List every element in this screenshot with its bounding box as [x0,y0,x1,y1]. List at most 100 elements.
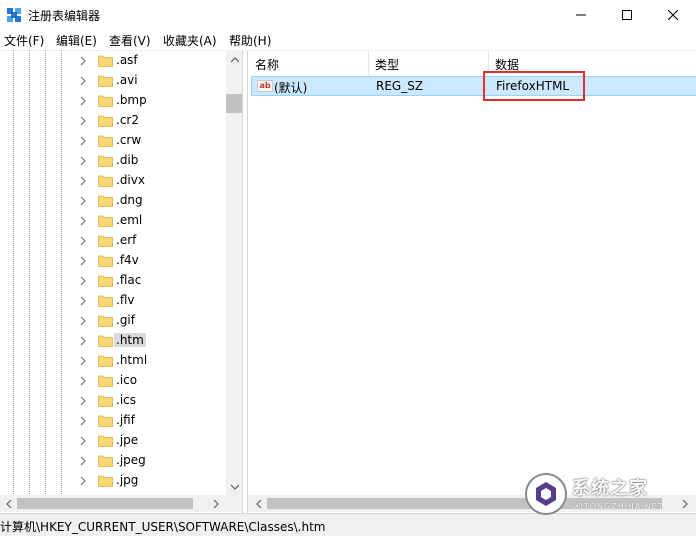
tree-item[interactable]: .crw [0,131,226,151]
chevron-right-icon[interactable] [78,96,88,106]
chevron-right-icon[interactable] [78,396,88,406]
tree-item[interactable]: .dng [0,191,226,211]
column-header-name[interactable]: 名称 [255,56,279,73]
tree-item[interactable]: .flac [0,271,226,291]
chevron-right-icon[interactable] [78,256,88,266]
chevron-right-icon[interactable] [78,236,88,246]
menu-favorites[interactable]: 收藏夹(A) [161,32,219,49]
chevron-right-icon[interactable] [78,216,88,226]
tree-item-label: .ico [116,373,138,387]
folder-icon [98,315,113,327]
menu-help[interactable]: 帮助(H) [227,32,273,49]
tree-item-label: .jfif [116,413,135,427]
tree-item[interactable]: .eml [0,211,226,231]
tree-item-label: .htm [114,333,146,347]
tree-item[interactable]: .flv [0,291,226,311]
scroll-left-button[interactable] [0,495,17,512]
scroll-left-button[interactable] [250,495,267,512]
tree-item[interactable]: .ics [0,391,226,411]
chevron-right-icon[interactable] [78,156,88,166]
minimize-button[interactable] [558,0,604,30]
value-list-pane[interactable]: 名称 类型 数据 ab (默认) REG_SZ FirefoxHTML [247,51,696,513]
tree-item-label: .f4v [116,253,139,267]
watermark-text: 系统之家 [572,478,648,499]
tree-item[interactable]: .erf [0,231,226,251]
folder-icon [98,395,113,407]
scroll-up-button[interactable] [226,51,242,68]
chevron-right-icon[interactable] [78,476,88,486]
folder-icon [98,475,113,487]
chevron-right-icon[interactable] [78,336,88,346]
tree-scroll-thumb[interactable] [226,94,242,113]
tree-item-label: .gif [116,313,135,327]
tree-item-label: .dng [116,193,143,207]
column-separator[interactable] [368,51,369,75]
tree-item[interactable]: .dib [0,151,226,171]
tree-item-label: .avi [116,73,138,87]
chevron-right-icon[interactable] [78,56,88,66]
tree-item[interactable]: .jpg [0,471,226,491]
tree-item-label: .jpg [116,473,139,487]
tree-item-label: .jpe [116,433,139,447]
tree-item[interactable]: .jpe [0,431,226,451]
tree-item-label: .flac [116,273,142,287]
tree-item-label: .dib [116,153,139,167]
chevron-right-icon[interactable] [78,456,88,466]
chevron-right-icon[interactable] [78,176,88,186]
chevron-right-icon[interactable] [78,356,88,366]
chevron-right-icon[interactable] [78,276,88,286]
value-row-default[interactable]: ab (默认) REG_SZ FirefoxHTML [251,76,696,96]
tree-item[interactable]: .jpeg [0,451,226,471]
chevron-right-icon[interactable] [78,316,88,326]
window-title: 注册表编辑器 [28,9,101,23]
value-name: (默认) [274,81,308,95]
tree-item[interactable]: .bmp [0,91,226,111]
chevron-right-icon[interactable] [78,376,88,386]
chevron-right-icon[interactable] [78,416,88,426]
tree-item[interactable]: .avi [0,71,226,91]
column-header-type[interactable]: 类型 [375,56,399,73]
scroll-down-button[interactable] [226,478,242,495]
watermark-emblem-icon [525,473,567,515]
list-header: 名称 类型 数据 [248,51,696,75]
tree-item[interactable]: .divx [0,171,226,191]
tree-item[interactable]: .f4v [0,251,226,271]
tree-item[interactable]: .gif [0,311,226,331]
menu-edit[interactable]: 编辑(E) [54,32,99,49]
tree-item-label: .cr2 [116,113,139,127]
registry-path: 计算机\HKEY_CURRENT_USER\SOFTWARE\Classes\.… [0,520,326,534]
chevron-right-icon[interactable] [78,116,88,126]
folder-icon [98,55,113,67]
tree-horizontal-scrollbar[interactable] [0,495,226,512]
chevron-right-icon[interactable] [78,136,88,146]
folder-icon [98,75,113,87]
chevron-right-icon[interactable] [78,76,88,86]
folder-icon [98,155,113,167]
folder-icon [98,215,113,227]
ab-string-icon: ab [257,80,273,92]
tree-hscroll-thumb[interactable] [17,498,193,509]
tree-item[interactable]: .asf [0,51,226,71]
maximize-button[interactable] [604,0,650,30]
tree-item[interactable]: .html [0,351,226,371]
folder-icon [98,95,113,107]
scroll-right-button[interactable] [207,495,224,512]
tree-item[interactable]: .ico [0,371,226,391]
chevron-right-icon[interactable] [78,436,88,446]
tree-item-label: .eml [116,213,143,227]
chevron-left-icon [5,499,11,508]
tree-vertical-scrollbar[interactable] [226,51,242,495]
chevron-right-icon[interactable] [78,196,88,206]
tree-item-label: .divx [116,173,145,187]
tree-item[interactable]: .cr2 [0,111,226,131]
chevron-right-icon[interactable] [78,296,88,306]
folder-icon [98,415,113,427]
close-button[interactable] [650,0,696,30]
watermark-subtext: XITONGZHIJIA.NET [574,502,664,511]
menu-view[interactable]: 查看(V) [107,32,153,49]
key-tree-pane[interactable]: .asf .avi .bmp .cr2 .crw .dib .divx .dng .eml .er… [0,51,243,513]
tree-item[interactable]: .jfif [0,411,226,431]
menu-file[interactable]: 文件(F) [2,32,46,49]
tree-item[interactable]: .htm [0,331,226,351]
chevron-right-icon [213,499,219,508]
